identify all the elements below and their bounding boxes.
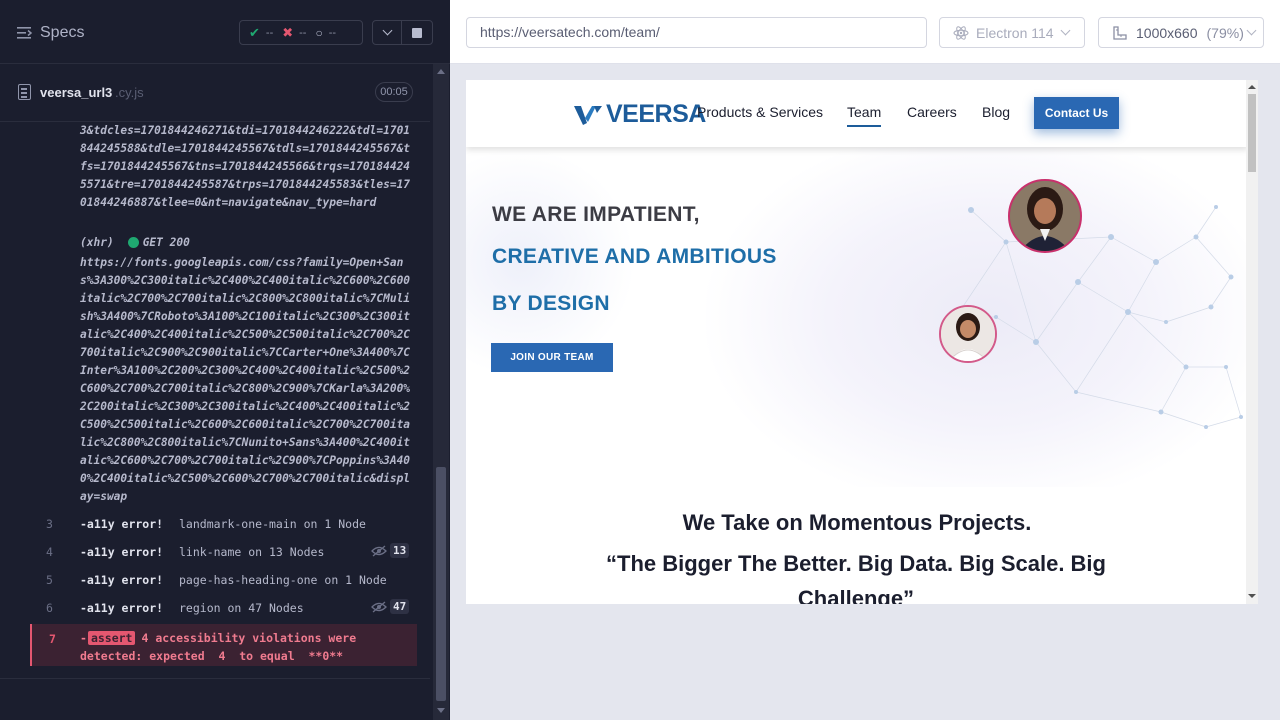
aut-panel: https://veersatech.com/team/ Electron 11… [450,0,1280,720]
spec-file-extension: .cy.js [115,85,144,100]
collapse-all-button[interactable] [372,20,402,45]
assert-text: 4 accessibility violations were [141,631,357,645]
hero-heading-line3: BY DESIGN [492,292,610,315]
command-row[interactable]: 5 -a11y error! page-has-heading-one on 1… [0,566,430,594]
team-member-avatar [1008,179,1082,253]
command-name: -a11y error! [80,573,164,587]
scroll-up-icon[interactable] [1248,85,1256,89]
logo-text: VEERSA [606,100,706,128]
aut-scrollbar[interactable] [1246,80,1258,604]
specs-list-icon[interactable] [17,26,33,40]
command-name: -a11y error! [80,517,164,531]
command-number: 5 [46,573,53,587]
hero-heading-line1: WE ARE IMPATIENT, [492,203,700,226]
section-quote: “The Bigger The Better. Big Data. Big Sc… [606,551,1106,604]
pending-stat: ○ -- [315,26,336,40]
aut-header: https://veersatech.com/team/ Electron 11… [450,0,1280,64]
site-navbar: VEERSA Products & Services Team Careers … [466,80,1246,147]
browser-selector[interactable]: Electron 114 [939,17,1085,48]
specs-title[interactable]: Specs [40,24,84,42]
hero-heading-line2: CREATIVE AND AMBITIOUS [492,245,777,268]
contact-us-button[interactable]: Contact Us [1034,97,1119,129]
element-count: 47 [390,599,410,614]
failed-assert-row[interactable]: 7 - assert 4 accessibility violations wer… [30,624,417,666]
electron-icon [953,25,969,40]
command-message: region on 47 Nodes [179,601,304,615]
join-our-team-button[interactable]: JOIN OUR TEAM [491,343,613,372]
pending-circle-icon: ○ [315,25,323,40]
stop-button[interactable] [401,20,433,45]
section-heading: We Take on Momentous Projects. [682,510,1032,535]
aut-iframe[interactable]: VEERSA Products & Services Team Careers … [466,80,1246,604]
check-icon: ✔ [249,24,260,40]
eye-slash-icon [371,545,387,556]
assert-tag: assert [87,631,136,645]
zoom-level: (79%) [1206,24,1244,41]
command-row[interactable]: 3 -a11y error! landmark-one-main on 1 No… [0,510,430,538]
test-stats: ✔ -- ✖ -- ○ -- [239,20,363,45]
veersa-logo-mark-icon [574,105,602,125]
divider [0,678,430,679]
xhr-label: (xhr) [80,236,114,249]
log-scrollbar[interactable] [433,64,449,720]
chevron-down-icon [1060,25,1071,36]
stop-icon [412,27,422,38]
command-row[interactable]: 4 -a11y error! link-name on 13 Nodes 13 [0,538,430,566]
site-logo[interactable]: VEERSA [573,100,706,129]
viewport-size: 1000x660 [1136,24,1198,41]
assert-message-line1: - assert 4 accessibility violations were [80,631,357,645]
command-name: -a11y error! [80,601,164,615]
command-number: 6 [46,601,53,615]
xhr-url: https://fonts.googleapis.com/css?family=… [80,256,411,503]
command-message: landmark-one-main on 1 Node [179,517,366,531]
element-count: 13 [390,543,410,558]
file-icon [18,84,31,100]
chevron-down-icon [382,25,392,36]
nav-blog[interactable]: Blog [982,104,1010,120]
spec-file-header[interactable]: veersa_url3 .cy.js 00:05 [0,64,430,122]
log-url-text: 3&tdcles=1701844246271&tdi=1701844246222… [80,124,411,209]
passed-stat: ✔ -- [249,25,273,41]
failed-stat: ✖ -- [282,25,306,41]
nav-products-services[interactable]: Products & Services [697,104,823,120]
nav-careers[interactable]: Careers [907,104,957,120]
reporter-header: Specs ✔ -- ✖ -- ○ -- [0,0,450,64]
spec-file-name[interactable]: veersa_url3 [40,85,112,100]
command-number: 4 [46,545,53,559]
x-icon: ✖ [282,24,294,40]
element-count-badge: 13 [371,543,410,558]
browser-name: Electron 114 [976,24,1054,41]
ruler-icon [1113,25,1127,40]
command-message: page-has-heading-one on 1 Node [179,573,387,587]
command-number: 3 [46,517,53,531]
scrollbar-thumb[interactable] [1248,94,1256,172]
element-count-badge: 47 [371,599,410,614]
status-dot-icon [127,237,139,248]
hero-section: WE ARE IMPATIENT, CREATIVE AND AMBITIOUS… [466,147,1246,487]
command-name: -a11y error! [80,545,164,559]
xhr-entry[interactable]: (xhr) GET 200 [80,236,190,249]
aut-url-field[interactable]: https://veersatech.com/team/ [466,17,927,48]
command-number: 7 [49,632,56,646]
team-member-avatar [939,305,997,363]
assert-message-line2: detected: expected 4 to equal **0** [80,649,344,663]
passed-count: -- [265,26,274,39]
chevron-down-icon [1246,25,1257,36]
pending-count: -- [328,26,337,39]
failed-count: -- [299,26,307,39]
xhr-method: GET 200 [142,236,190,249]
scroll-up-icon[interactable] [437,69,445,74]
command-log: 3&tdcles=1701844246271&tdi=1701844246222… [0,122,430,678]
scroll-down-icon[interactable] [437,708,445,713]
duration-badge: 00:05 [375,82,413,102]
scrollbar-thumb[interactable] [436,467,446,701]
viewport-selector[interactable]: 1000x660 (79%) [1098,17,1264,48]
command-row[interactable]: 6 -a11y error! region on 47 Nodes 47 [0,594,430,622]
command-log-panel: Specs ✔ -- ✖ -- ○ -- veersa_url3 .cy.js … [0,0,450,720]
nav-team[interactable]: Team [847,104,882,127]
scroll-down-icon[interactable] [1248,594,1256,598]
eye-slash-icon [371,601,387,612]
command-message: link-name on 13 Nodes [179,545,325,559]
